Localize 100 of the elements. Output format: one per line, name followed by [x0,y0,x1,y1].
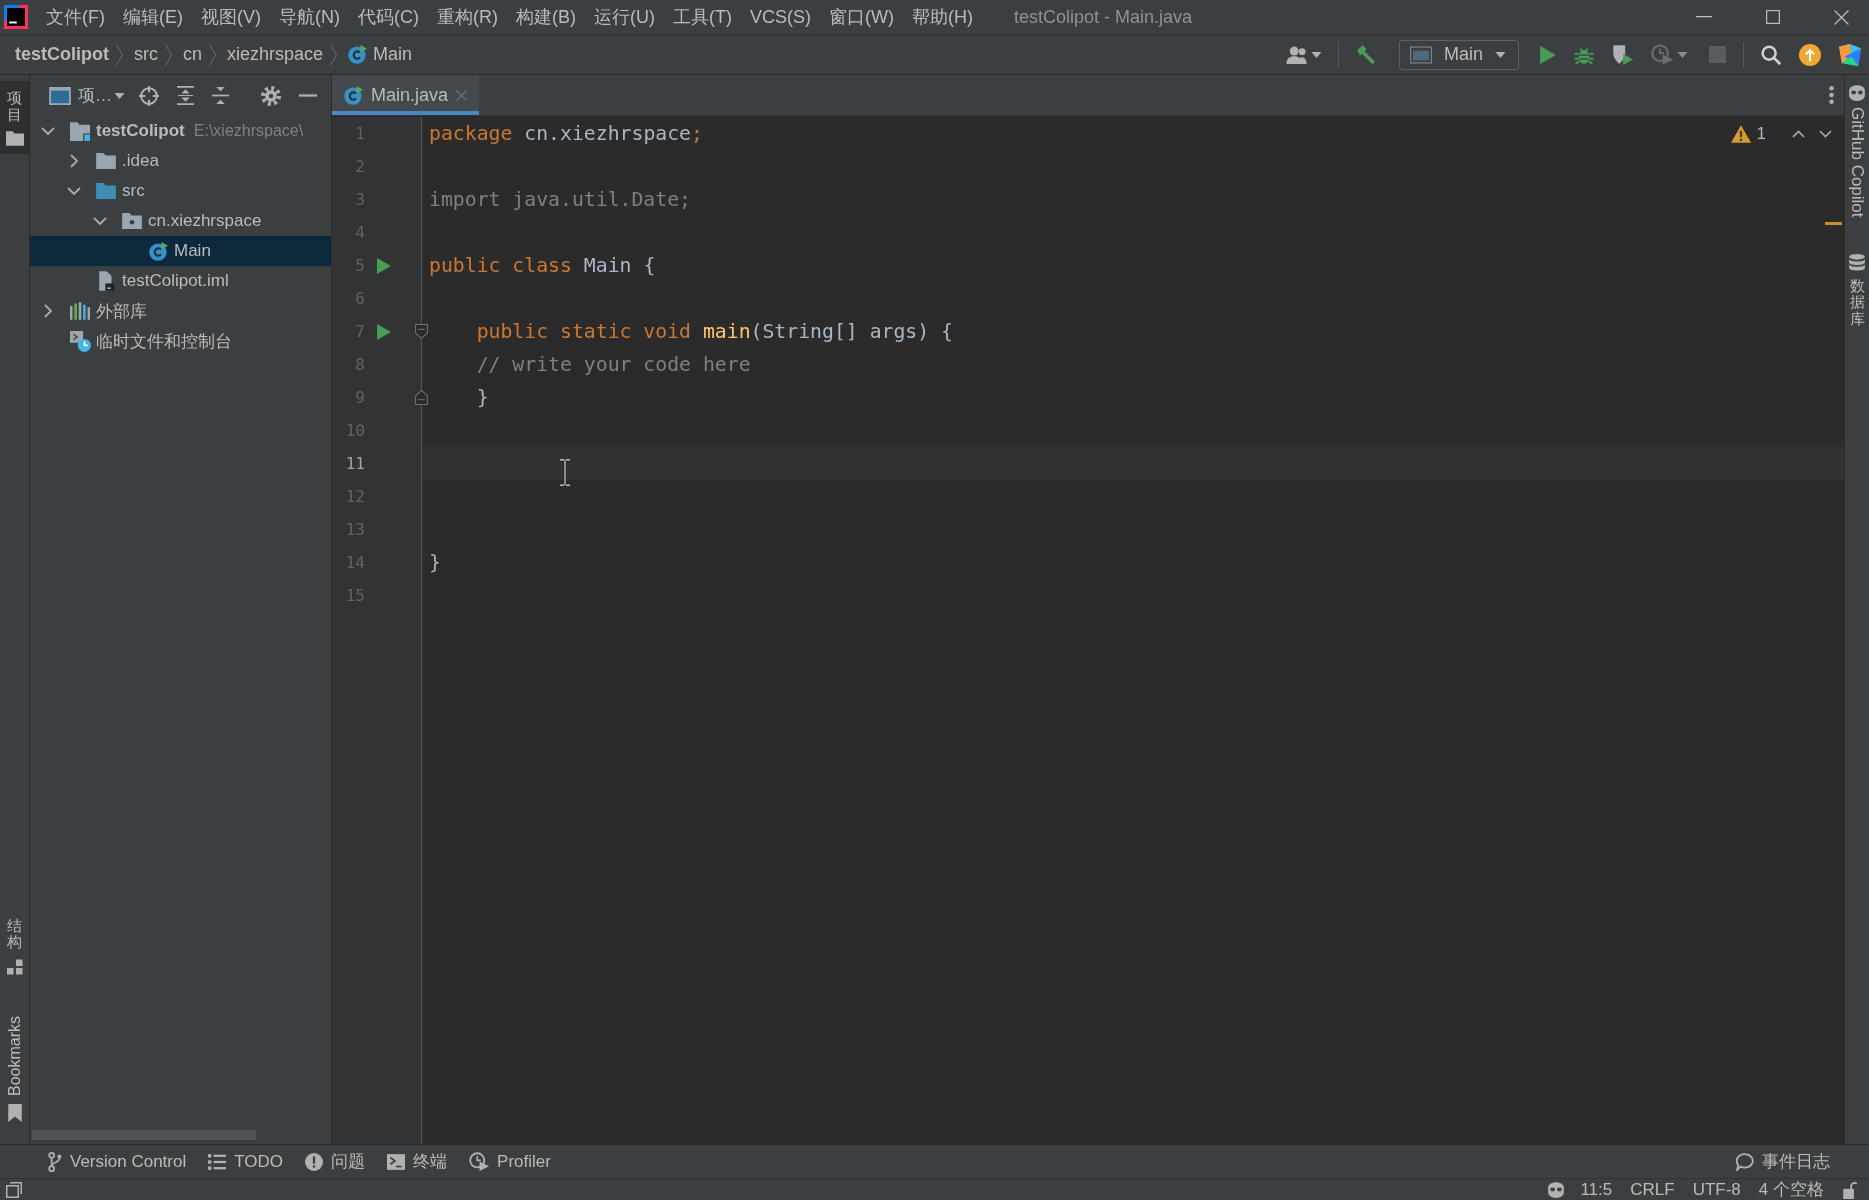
app-logo-icon [4,5,28,29]
window-title: testColipot - Main.java [1013,6,1193,28]
tree-item[interactable]: testColipot E:\xiezhrspace\ [30,116,331,146]
tool-window-tab[interactable]: 数据库 [1849,253,1865,328]
tree-item[interactable]: 临时文件和控制台 [30,326,331,356]
chevron-right-icon[interactable] [69,154,79,168]
chevron-down-icon[interactable] [41,126,55,136]
tool-window-tab[interactable]: 项目 [0,81,29,154]
tool-window-tab[interactable]: GitHub Copilot [1847,85,1867,218]
tool-window-button[interactable]: TODO [197,1151,295,1172]
hammer-icon[interactable] [1356,44,1377,65]
close-icon[interactable] [1834,9,1849,25]
toolbox-logo-icon[interactable] [1839,43,1861,66]
caret-down-icon[interactable] [1677,51,1688,58]
collapse-all-icon[interactable] [212,86,229,105]
fold-marker-icon[interactable] [415,324,428,339]
breadcrumb-item[interactable]: src [134,44,158,65]
code-line: import java.util.Date; [429,188,691,211]
caret-down-icon[interactable] [1311,51,1322,58]
package-icon [122,213,142,229]
minimize-icon[interactable] [1696,16,1712,18]
folder-icon [96,183,116,199]
menu-item[interactable]: 帮助(H) [902,4,982,30]
breadcrumb-item[interactable]: Main [348,44,413,65]
chevron-icon [209,43,216,66]
menu-item[interactable]: 视图(V) [192,4,270,30]
menu-item[interactable]: VCS(S) [740,4,820,30]
chevron-down-icon[interactable] [67,186,81,196]
shield-run-icon[interactable] [1612,44,1633,65]
run-configuration-dropdown[interactable]: Main [1399,39,1519,70]
code-line: public static void main(String[] args) { [476,320,953,343]
class-icon [148,241,168,261]
clock-play-icon [469,1152,490,1171]
search-icon[interactable] [1761,44,1781,65]
chevron-down-icon[interactable] [1819,130,1832,138]
path-hint: E:\xiezhrspace\ [193,122,304,140]
class-icon [344,85,363,105]
class-icon [348,45,368,64]
status-item[interactable]: CRLF [1621,1179,1684,1200]
chevron-icon [330,43,338,66]
menu-item[interactable]: 重构(R) [428,4,507,30]
menu-item[interactable]: 运行(U) [585,4,664,30]
code-line: } [476,386,489,409]
tool-window-tab[interactable]: Bookmarks [0,1006,29,1130]
list-icon [208,1153,227,1170]
status-item[interactable]: 11:5 [1571,1179,1622,1200]
branch-icon [48,1151,62,1172]
chevron-up-icon[interactable] [1792,130,1805,138]
settings-icon[interactable] [261,85,281,106]
tree-item[interactable]: 外部库 [30,296,331,326]
code-line: package cn.xiezhrspace; [429,122,703,145]
robot-icon[interactable] [1547,1181,1566,1198]
library-icon [70,302,90,320]
chevron-icon [116,43,123,66]
chevron-down-icon[interactable] [93,216,107,226]
breadcrumb-item[interactable]: xiezhrspace [227,44,324,65]
alert-circle-icon [305,1152,324,1171]
editor-tab[interactable]: Main.java [332,75,480,115]
warning-icon[interactable] [1730,125,1751,143]
caret-down-icon [114,92,125,99]
more-icon[interactable] [1829,86,1834,104]
tool-window-button[interactable]: Profiler [458,1151,562,1172]
project-folder-icon [70,121,90,141]
tool-window-button[interactable]: 终端 [376,1150,459,1173]
tree-item[interactable]: Main [30,236,331,266]
menu-item[interactable]: 工具(T) [664,4,741,30]
warning-count[interactable]: 1 [1756,124,1766,144]
tree-item[interactable]: src [30,176,331,206]
crosshair-icon[interactable] [139,85,159,106]
maximize-icon[interactable] [1766,10,1780,24]
menu-item[interactable]: 代码(C) [349,4,428,30]
panel-toggle-icon[interactable] [6,1181,22,1198]
view-dropdown[interactable]: 项… [78,84,125,107]
menu-item[interactable]: 构建(B) [507,4,585,30]
event-log-button[interactable]: 事件日志 [1725,1150,1841,1173]
run-icon[interactable] [377,323,391,340]
breadcrumb-item[interactable]: cn [183,44,202,65]
run-icon[interactable] [377,257,391,274]
menu-item[interactable]: 编辑(E) [114,4,192,30]
tree-item[interactable]: .idea [30,146,331,176]
tool-window-icon[interactable] [49,86,71,105]
breadcrumb-item[interactable]: testColipot [15,44,109,65]
tree-item[interactable]: testColipot.iml [30,266,331,296]
run-icon[interactable] [1540,45,1556,64]
expand-all-icon[interactable] [177,86,194,105]
users-icon[interactable] [1286,45,1307,64]
menu-item[interactable]: 窗口(W) [820,4,903,30]
padlock-icon[interactable] [1843,1180,1857,1199]
update-icon[interactable] [1799,43,1821,66]
tool-window-tab[interactable]: 结构 [0,908,29,983]
status-item[interactable]: UTF-8 [1683,1179,1750,1200]
code-line: } [429,551,441,574]
tree-item[interactable]: cn.xiezhrspace [30,206,331,236]
status-item[interactable]: 4 个空格 [1749,1179,1833,1200]
menu-item[interactable]: 文件(F) [37,4,114,30]
chevron-right-icon[interactable] [43,304,53,318]
caret-down-icon [1495,51,1506,58]
menu-item[interactable]: 导航(N) [270,4,349,30]
tool-window-button[interactable]: Version Control [37,1151,198,1172]
tool-window-button[interactable]: 问题 [294,1150,377,1173]
